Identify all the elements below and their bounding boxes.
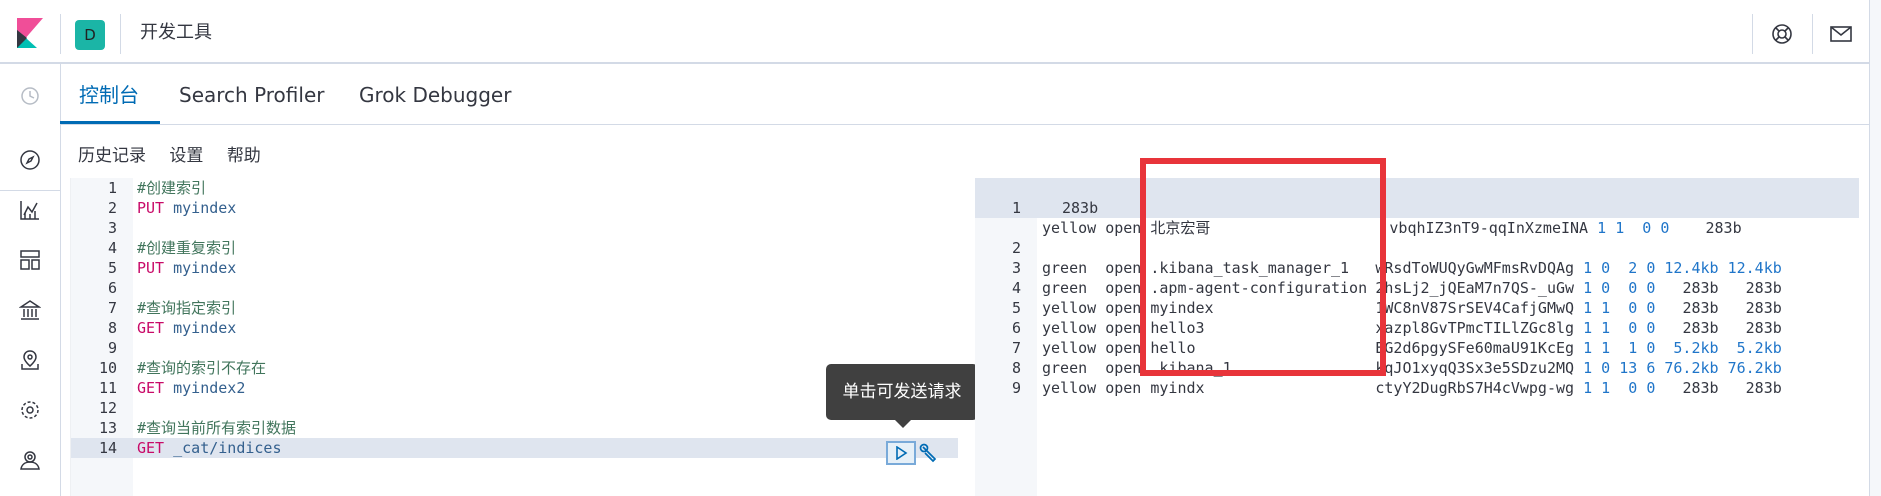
code-request: PUT myindex [137, 198, 236, 218]
send-request-tooltip: 单击可发送请求 [826, 364, 978, 420]
wrench-icon[interactable] [918, 442, 940, 464]
window-scrollbar[interactable] [1869, 0, 1881, 496]
code-request: GET myindex2 [137, 378, 245, 398]
http-method: GET [137, 319, 165, 337]
line-number: 11 [98, 379, 117, 397]
nav-divider [0, 190, 60, 191]
editor-line: 2 PUT myindex [71, 198, 958, 218]
line-number: 6 [107, 279, 117, 297]
http-method: PUT [137, 199, 165, 217]
editor-line: 11 GET myindex2 [71, 378, 958, 398]
line-number: 1 [1011, 199, 1021, 217]
editor-line: 12 [71, 398, 958, 418]
code-request: PUT myindex [137, 258, 236, 278]
console-menu: 历史记录 设置 帮助 [78, 144, 279, 168]
line-number: 10 [98, 359, 117, 377]
line-number: 9 [1011, 379, 1021, 397]
output-line: 9 [975, 358, 1859, 418]
line-number: 3 [107, 219, 117, 237]
tab-search-profiler[interactable]: Search Profiler [179, 82, 324, 108]
editor-line: 7 #查询指定索引 [71, 298, 958, 318]
output-wrap-text: 283b [1062, 199, 1099, 217]
code-request: GET myindex [137, 318, 236, 338]
http-method: PUT [137, 259, 165, 277]
code-comment: #查询的索引不存在 [137, 359, 267, 377]
help-lifebuoy-icon[interactable] [1768, 20, 1796, 48]
http-method: GET [137, 439, 165, 457]
compass-discover-icon[interactable] [16, 146, 44, 174]
editor-line: 13 #查询当前所有索引数据 [71, 418, 958, 438]
output-line: 1 yellow open 北京宏哥 vbqhIZ3nT9-qqInXzmeIN… [975, 178, 1859, 237]
request-path: myindex [173, 259, 237, 277]
send-request-button[interactable] [886, 441, 916, 465]
editor-line: 3 [71, 218, 958, 238]
code-comment: #查询指定索引 [137, 299, 237, 317]
request-path: myindex2 [173, 379, 246, 397]
canvas-building-icon[interactable] [16, 296, 44, 324]
code-comment: #创建重复索引 [137, 239, 237, 257]
line-number: 14 [98, 439, 117, 457]
highlight-annotation-box [1140, 158, 1386, 376]
editor-line: 10 #查询的索引不存在 [71, 358, 958, 378]
line-number: 4 [107, 239, 117, 257]
line-number: 2 [107, 199, 117, 217]
header-divider [1752, 14, 1753, 54]
request-path: myindex [173, 199, 237, 217]
active-tab-indicator [60, 121, 160, 124]
header-divider [60, 14, 61, 54]
space-avatar[interactable]: D [75, 20, 105, 50]
line-number: 13 [98, 419, 117, 437]
request-path: _cat/indices [173, 439, 282, 457]
kibana-logo-icon[interactable] [17, 18, 43, 48]
header-divider [1812, 14, 1813, 54]
maps-icon[interactable] [16, 346, 44, 374]
history-link[interactable]: 历史记录 [78, 146, 146, 166]
line-number: 5 [107, 259, 117, 277]
http-method: GET [137, 379, 165, 397]
tab-console[interactable]: 控制台 [79, 82, 139, 108]
clock-icon[interactable] [16, 82, 44, 110]
dashboard-icon[interactable] [16, 246, 44, 274]
line-number: 8 [107, 319, 117, 337]
editor-line: 8 GET myindex [71, 318, 958, 338]
editor-line: 1 #创建索引 [71, 178, 958, 198]
code-comment: #创建索引 [137, 179, 207, 197]
settings-link[interactable]: 设置 [169, 146, 203, 166]
line-number: 1 [107, 179, 117, 197]
side-navigation [0, 64, 61, 496]
user-monitoring-icon[interactable] [16, 446, 44, 474]
editor-line: 6 [71, 278, 958, 298]
ml-icon[interactable] [16, 396, 44, 424]
visualize-chart-icon[interactable] [16, 196, 44, 224]
code-request: GET _cat/indices [137, 438, 282, 458]
line-number: 12 [98, 399, 117, 417]
top-header: D 开发工具 [0, 0, 1881, 64]
help-link[interactable]: 帮助 [227, 146, 261, 166]
editor-line: 5 PUT myindex [71, 258, 958, 278]
play-icon [896, 446, 908, 460]
tooltip-arrow [894, 419, 912, 428]
editor-line-active[interactable]: 14 GET _cat/indices [71, 438, 958, 458]
line-number: 7 [107, 299, 117, 317]
request-editor[interactable]: 1 #创建索引 2 PUT myindex 3 4 #创建重复索引 5 PUT myin… [70, 178, 958, 496]
tab-grok-debugger[interactable]: Grok Debugger [359, 82, 511, 108]
mail-icon[interactable] [1827, 20, 1855, 48]
line-number: 9 [107, 339, 117, 357]
editor-line: 9 [71, 338, 958, 358]
breadcrumb: 开发工具 [140, 22, 212, 43]
editor-line: 4 #创建重复索引 [71, 238, 958, 258]
response-output[interactable]: 1 yellow open 北京宏哥 vbqhIZ3nT9-qqInXzmeIN… [975, 178, 1869, 496]
header-divider [120, 14, 121, 54]
dev-tools-tabs: 控制台 Search Profiler Grok Debugger [60, 64, 1870, 125]
code-comment: #查询当前所有索引数据 [137, 419, 297, 437]
editor-code[interactable]: 1 #创建索引 2 PUT myindex 3 4 #创建重复索引 5 PUT myin… [71, 178, 958, 496]
request-path: myindex [173, 319, 237, 337]
